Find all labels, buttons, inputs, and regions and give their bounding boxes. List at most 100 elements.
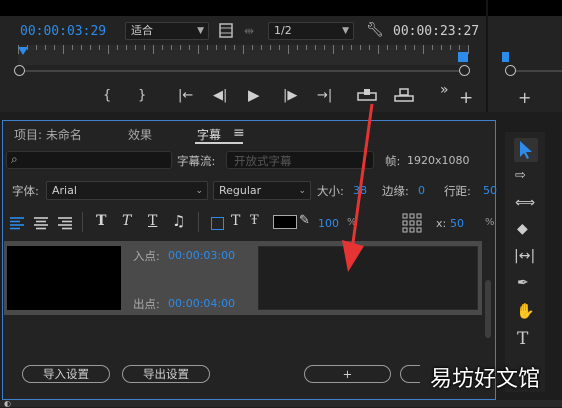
align-center-icon[interactable] <box>33 216 49 233</box>
secondary-playhead-icon[interactable] <box>502 52 509 62</box>
panel-scrollbar[interactable] <box>485 280 491 338</box>
ruler-tick <box>450 45 451 50</box>
zoom-handle-left[interactable] <box>14 65 25 76</box>
fit-select[interactable]: 适合 ▼ <box>125 22 209 40</box>
add-button[interactable]: + <box>459 88 473 108</box>
slip-tool-icon[interactable]: |↔| <box>514 248 535 264</box>
underline-icon[interactable]: T <box>148 213 157 229</box>
ripple-edit-icon[interactable]: ⟺ <box>515 195 535 211</box>
in-point-label: 入点: <box>133 249 160 263</box>
position-grid-icon[interactable] <box>402 213 422 236</box>
ruler-tick <box>54 45 55 50</box>
resolution-select[interactable]: 1/2 ▼ <box>268 22 354 40</box>
secondary-zoom-handle[interactable] <box>505 65 516 76</box>
italic-icon[interactable]: T <box>122 213 131 229</box>
line-spacing-value[interactable]: 50 <box>483 184 497 197</box>
razor-icon[interactable]: ◆ <box>517 221 528 237</box>
overwrite-icon[interactable] <box>394 88 414 105</box>
out-point-value[interactable]: 00:00:04:00 <box>168 297 235 310</box>
mark-in-button[interactable]: { <box>103 88 111 103</box>
selection-tool-icon[interactable] <box>518 140 534 163</box>
ruler-tick <box>279 45 280 50</box>
zoom-scroll-track[interactable] <box>20 70 466 72</box>
step-forward-button[interactable]: |▶ <box>283 88 297 103</box>
zoom-handle-right[interactable] <box>459 65 470 76</box>
text-stroke-icon[interactable]: Ŧ <box>250 213 259 228</box>
eyedropper-icon[interactable]: ✎ <box>299 213 310 228</box>
ruler-ticks <box>18 45 469 65</box>
font-select[interactable]: Arial ⌄ <box>46 181 208 200</box>
music-note-icon[interactable]: ♫ <box>172 212 185 230</box>
add-caption-button[interactable]: + <box>304 365 391 383</box>
chevron-down-icon: ▼ <box>342 26 349 36</box>
mark-out-button[interactable]: } <box>138 88 146 103</box>
import-settings-button[interactable]: 导入设置 <box>22 365 110 383</box>
more-controls-button[interactable]: » <box>440 82 449 98</box>
font-label: 字体: <box>12 184 39 198</box>
ruler-tick <box>225 45 226 50</box>
duration-timecode: 00:00:23:27 <box>393 24 480 39</box>
edge-label: 边缘: <box>382 184 409 198</box>
toolbar-divider <box>82 212 83 232</box>
step-back-button[interactable]: ◀| <box>213 88 227 103</box>
fit-select-value: 适合 <box>131 24 153 37</box>
out-marker <box>458 52 468 62</box>
edge-value[interactable]: 0 <box>418 184 425 197</box>
time-ruler[interactable] <box>18 45 469 65</box>
watermark-text: 易坊好文馆 <box>429 367 540 392</box>
go-to-out-button[interactable]: →| <box>317 88 332 103</box>
secondary-scroll-track[interactable] <box>510 70 562 72</box>
opacity-value[interactable]: 100 <box>318 217 339 230</box>
secondary-add-icon[interactable]: + <box>518 88 531 107</box>
ruler-tick <box>63 45 64 54</box>
font-style-select[interactable]: Regular ⌄ <box>213 181 311 200</box>
play-button[interactable]: ▶ <box>248 86 260 104</box>
chevron-down-icon: ⌄ <box>298 186 306 196</box>
wrench-icon[interactable]: 🔧︎ <box>366 22 384 38</box>
tab-project[interactable]: 项目: 未命名 <box>14 126 82 143</box>
text-color-icon[interactable]: T <box>231 213 240 229</box>
ruler-tick <box>306 45 307 50</box>
film-settings-icon[interactable] <box>219 23 233 38</box>
ruler-tick <box>333 45 334 54</box>
ruler-tick <box>243 45 244 54</box>
chevron-down-icon: ▼ <box>197 26 204 36</box>
export-settings-button[interactable]: 导出设置 <box>122 365 210 383</box>
ruler-tick <box>81 45 82 50</box>
ruler-tick <box>468 45 469 54</box>
search-input[interactable]: ⌕ <box>6 151 172 169</box>
font-style-value: Regular <box>219 184 262 197</box>
track-select-icon[interactable]: ⇨ <box>515 168 526 183</box>
toggle-proxy-icon[interactable]: ⇹ <box>244 24 254 38</box>
tab-captions[interactable]: 字幕 <box>197 126 221 143</box>
ruler-tick <box>126 45 127 50</box>
ruler-tick <box>72 45 73 50</box>
ruler-tick <box>297 45 298 50</box>
background-box-icon[interactable] <box>211 217 224 230</box>
color-swatch[interactable] <box>273 215 297 229</box>
align-left-icon[interactable] <box>9 216 25 233</box>
panel-menu-icon[interactable]: ≡ <box>233 125 245 141</box>
type-tool-icon[interactable]: T <box>517 329 528 349</box>
remove-caption-button[interactable] <box>400 365 420 383</box>
chevron-down-icon: ⌄ <box>195 186 203 196</box>
playhead-icon[interactable] <box>18 47 28 55</box>
current-timecode[interactable]: 00:00:03:29 <box>20 24 106 39</box>
x-value[interactable]: 50 <box>450 217 464 230</box>
pen-tool-icon[interactable]: ✒ <box>517 275 529 291</box>
active-tab-underline <box>195 142 243 144</box>
hand-tool-icon[interactable]: ✋ <box>516 302 535 320</box>
x-percent: % <box>485 217 495 228</box>
annotation-arrow <box>342 103 374 272</box>
bold-icon[interactable]: T <box>96 213 106 229</box>
align-right-icon[interactable] <box>57 216 73 233</box>
resolution-select-value: 1/2 <box>274 24 292 37</box>
go-to-in-button[interactable]: |← <box>178 88 193 103</box>
ruler-tick <box>315 45 316 50</box>
in-point-value[interactable]: 00:00:03:00 <box>168 249 235 262</box>
ruler-tick <box>117 45 118 50</box>
font-select-value: Arial <box>52 184 77 197</box>
x-label: x: <box>436 217 447 230</box>
panel-divider <box>486 0 488 112</box>
tab-effects[interactable]: 效果 <box>128 126 152 143</box>
